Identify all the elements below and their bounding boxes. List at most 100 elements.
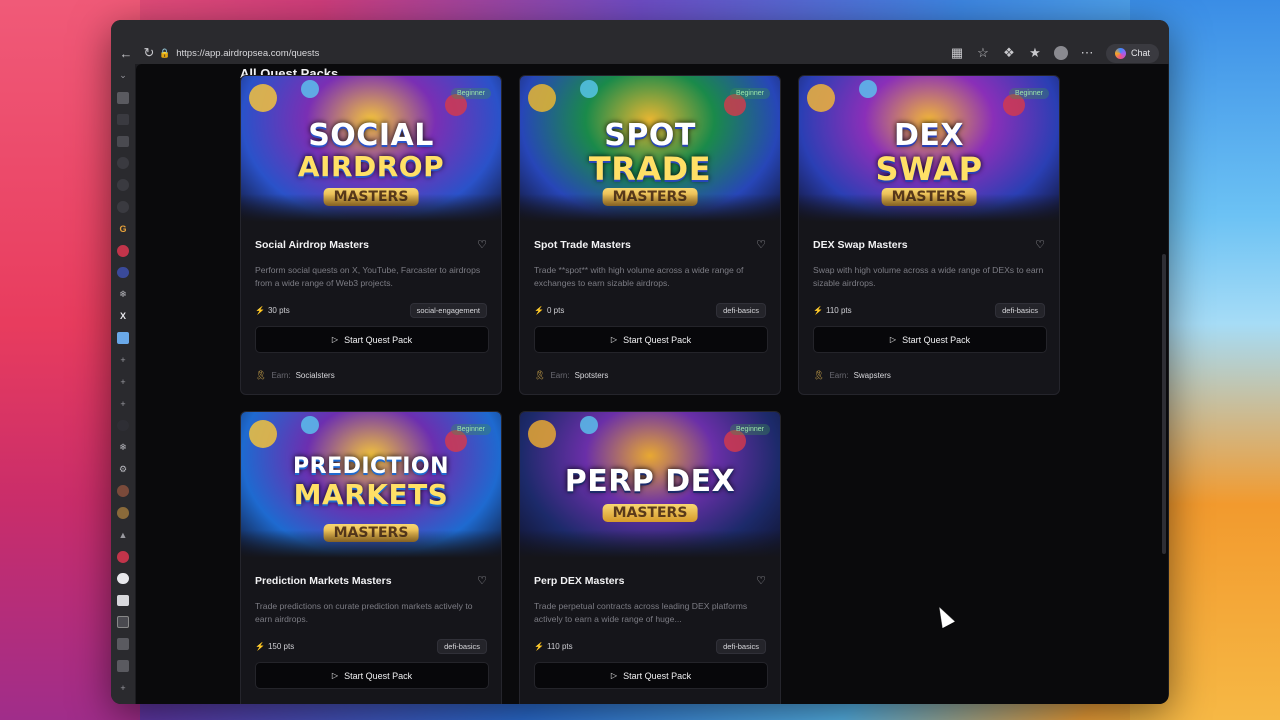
add-icon[interactable]: + [117, 398, 129, 410]
card-description: Trade perpetual contracts across leading… [534, 601, 748, 624]
settings-icon[interactable]: ⚙ [117, 463, 129, 475]
start-quest-pack-button[interactable]: ▷ Start Quest Pack [255, 326, 489, 353]
sidebar-app-icon[interactable] [117, 266, 129, 279]
art-title-line2: AIRDROP [297, 150, 445, 183]
card-description: Perform social quests on X, YouTube, Far… [255, 265, 481, 288]
scrollbar[interactable] [1162, 254, 1166, 554]
start-quest-pack-label: Start Quest Pack [623, 334, 692, 345]
lightning-icon: ⚡ [534, 642, 544, 651]
card-header: Social Airdrop Masters ♡ [255, 238, 487, 252]
sidebar-app-icon[interactable] [117, 179, 129, 191]
heart-icon[interactable]: ♡ [756, 238, 766, 251]
favorites-icon[interactable]: ★ [1024, 42, 1046, 64]
quest-pack-card[interactable]: Beginner DEX SWAP MASTERS DEX Swap Maste… [798, 75, 1060, 395]
sidebar-app-icon[interactable] [117, 91, 129, 104]
heart-icon[interactable]: ♡ [477, 238, 487, 251]
browser-window: ← ↻ 🔒 https://app.airdropsea.com/quests … [111, 20, 1169, 704]
add-icon[interactable]: + [117, 376, 129, 388]
sidebar-app-icon[interactable] [117, 660, 129, 672]
add-icon[interactable]: + [117, 354, 129, 366]
category-tag: social-engagement [409, 303, 487, 318]
lightning-icon: ⚡ [255, 306, 265, 315]
lightning-icon: ⚡ [534, 306, 544, 315]
sidebar-app-icon[interactable]: ▲ [117, 529, 129, 541]
art-title-line1: SOCIAL [308, 118, 434, 153]
decor-icon [580, 80, 598, 98]
quest-pack-card[interactable]: Beginner PREDICTION MARKETS MASTERS Pred… [240, 411, 502, 704]
sidebar-app-icon[interactable] [117, 201, 129, 213]
card-title: Social Airdrop Masters [255, 238, 369, 251]
art-title-line2: MARKETS [293, 478, 449, 511]
earn-reward: 🎗 Earn: Spotsters [534, 370, 608, 381]
sidebar-app-icon[interactable] [117, 507, 129, 519]
award-icon: 🎗 [813, 370, 825, 380]
extension-icon[interactable]: ❖ [998, 42, 1020, 64]
x-icon[interactable]: X [117, 310, 129, 322]
start-quest-pack-button[interactable]: ▷ Start Quest Pack [255, 662, 489, 689]
tab-grid-icon[interactable]: ▦ [946, 42, 968, 64]
add-icon[interactable]: + [117, 682, 129, 694]
difficulty-badge: Beginner [729, 88, 770, 99]
coin-icon [807, 84, 835, 112]
chat-button[interactable]: Chat [1105, 43, 1159, 63]
quest-pack-image: Beginner SPOT TRADE MASTERS [520, 76, 780, 222]
earn-label: Earn: [829, 371, 849, 380]
snowflake-icon[interactable]: ❄ [117, 442, 129, 454]
heart-icon[interactable]: ♡ [477, 574, 487, 587]
card-meta: ⚡ 110 pts defi-basics [813, 303, 1045, 318]
card-title: Perp DEX Masters [534, 574, 625, 587]
more-options-icon[interactable]: ⋯ [1076, 42, 1098, 64]
start-quest-pack-button[interactable]: ▷ Start Quest Pack [813, 326, 1047, 353]
art-title-line1: PREDICTION [293, 454, 449, 479]
earn-reward: 🎗 Earn: Swapsters [813, 370, 891, 381]
quest-pack-card[interactable]: Beginner PERP DEX MASTERS Perp DEX Maste… [519, 411, 781, 704]
decor-icon [301, 416, 319, 434]
start-quest-pack-label: Start Quest Pack [344, 670, 413, 681]
github-icon[interactable] [117, 572, 129, 585]
earn-reward: 🎗 Earn: Socialsters [255, 370, 335, 381]
decor-icon [301, 80, 319, 98]
card-description: Trade predictions on curate prediction m… [255, 601, 473, 624]
sidebar-app-icon[interactable] [117, 113, 129, 126]
sidebar-app-icon[interactable] [117, 157, 129, 170]
difficulty-badge: Beginner [450, 424, 491, 435]
sidebar-app-icon[interactable] [117, 135, 129, 148]
quest-pack-card[interactable]: Beginner SOCIAL AIRDROP MASTERS Social A… [240, 75, 502, 395]
lightning-icon: ⚡ [255, 642, 265, 651]
sidebar-app-icon[interactable] [117, 332, 129, 344]
points-value: 150 pts [267, 642, 295, 651]
heart-icon[interactable]: ♡ [1035, 238, 1045, 251]
address-bar[interactable]: 🔒 https://app.airdropsea.com/quests [159, 44, 959, 62]
profile-icon[interactable] [1050, 42, 1072, 64]
points-value: 110 pts [546, 642, 573, 651]
card-title: Spot Trade Masters [534, 238, 631, 251]
favorite-star-icon[interactable]: ☆ [972, 42, 994, 64]
back-icon[interactable]: ← [115, 42, 137, 64]
sidebar-app-icon[interactable] [117, 638, 129, 651]
sidebar-app-icon[interactable] [117, 594, 129, 607]
chevron-down-icon[interactable]: ⌄ [117, 70, 129, 82]
category-tag: defi-basics [437, 639, 487, 654]
sidebar-app-icon[interactable] [117, 550, 129, 563]
start-quest-pack-button[interactable]: ▷ Start Quest Pack [534, 662, 768, 689]
browser-toolbar: ← ↻ 🔒 https://app.airdropsea.com/quests … [111, 20, 1169, 64]
difficulty-badge: Beginner [450, 88, 491, 99]
card-meta: ⚡ 110 pts defi-basics [534, 639, 766, 654]
sidebar-app-icon[interactable] [117, 244, 129, 257]
start-quest-pack-label: Start Quest Pack [623, 670, 692, 681]
card-description: Trade **spot** with high volume across a… [534, 265, 744, 288]
card-meta: ⚡ 0 pts defi-basics [534, 303, 766, 318]
quest-pack-card[interactable]: Beginner SPOT TRADE MASTERS Spot Trade M… [519, 75, 781, 395]
snowflake-icon[interactable]: ❄ [117, 289, 129, 301]
refresh-icon[interactable]: ↻ [138, 42, 160, 64]
quest-pack-image: Beginner DEX SWAP MASTERS [799, 76, 1059, 222]
sidebar-app-icon[interactable] [117, 419, 129, 432]
sidebar-app-icon[interactable] [117, 485, 129, 497]
avatar [1053, 46, 1068, 60]
start-quest-pack-button[interactable]: ▷ Start Quest Pack [534, 326, 768, 353]
google-icon[interactable]: G [117, 223, 129, 235]
sidebar-app-icon[interactable] [117, 616, 129, 629]
art-title-line1: SPOT [604, 118, 696, 153]
heart-icon[interactable]: ♡ [756, 574, 766, 587]
difficulty-badge: Beginner [1008, 88, 1049, 99]
